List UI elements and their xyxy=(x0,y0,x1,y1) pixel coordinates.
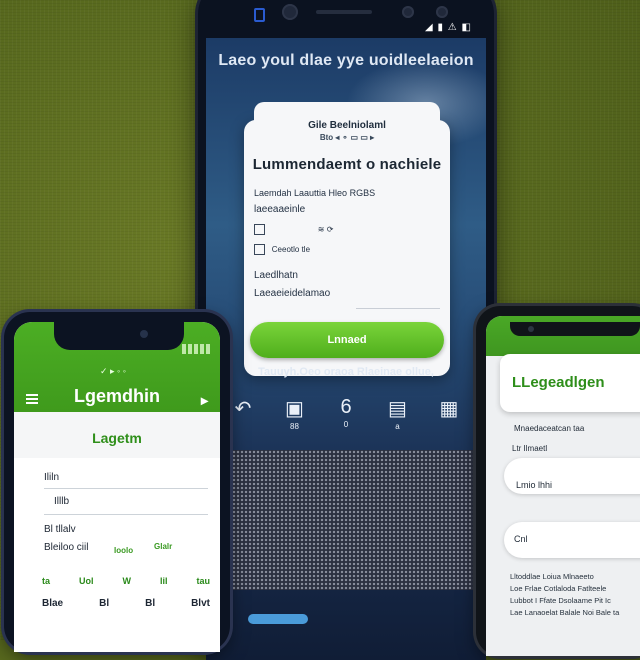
flash-sensor-icon xyxy=(436,6,448,18)
status-indicator-icon xyxy=(182,344,212,354)
right-small-text-4: Lae Lanaoelat Balale Noi Bale ta xyxy=(510,608,620,617)
card-option-row-2[interactable]: Ceeotlo tle xyxy=(254,244,310,255)
left-option-label[interactable]: Bl tllalv xyxy=(44,524,208,535)
divider xyxy=(44,488,208,489)
calendar-icon-label: 88 xyxy=(290,422,299,431)
keyboard-pattern-area xyxy=(228,450,480,590)
card-field-value[interactable]: laeeaaeinle xyxy=(254,204,305,215)
left-tab[interactable]: tau xyxy=(196,576,210,586)
status-bar: ◢ ▮ ⚠ ◧ xyxy=(425,22,472,33)
right-text-line-2: Ltr Ilmaetl xyxy=(512,444,548,453)
right-app-title: LLegeadlgen xyxy=(512,374,605,391)
left-tab-label-row: Blae Bl Bl Blvt xyxy=(42,598,210,609)
card-title: Lummendaemt o nachiele xyxy=(252,156,442,173)
right-small-text: Lltoddlae Loiua Mlnaeeto xyxy=(510,572,594,581)
left-field-input[interactable]: Illlb xyxy=(54,496,208,507)
refresh-icon[interactable]: ↶ xyxy=(228,396,258,431)
left-login-heading: Lagetm xyxy=(92,430,142,446)
number-icon-glyph: 6 xyxy=(340,396,352,418)
refresh-icon-glyph: ↶ xyxy=(234,398,252,420)
right-camera-icon xyxy=(528,326,534,332)
card-subtab-row[interactable]: Bto ◂ ⚬ ▭ ▭ ▸ xyxy=(254,133,440,142)
left-tab[interactable]: W xyxy=(122,576,131,586)
login-card: Gile Beelniolaml Bto ◂ ⚬ ▭ ▭ ▸ Lummendae… xyxy=(244,102,450,376)
divider xyxy=(356,308,440,309)
document-icon-glyph: ▦ xyxy=(439,398,459,420)
folder-icon-label: a xyxy=(395,422,400,431)
right-pill-label: Lmio lhhi xyxy=(516,480,553,490)
sensor-icon xyxy=(254,8,265,22)
center-icon-row: ↶ ▣ 88 60 ▤ a ▦ xyxy=(228,396,464,431)
secondary-camera-icon xyxy=(402,6,414,18)
card-tab-header: Gile Beelniolaml Bto ◂ ⚬ ▭ ▭ ▸ xyxy=(254,102,440,150)
right-small-text-3: Lubbot I Ffate Dsolaame Pit Ic xyxy=(510,596,611,605)
left-tab[interactable]: lil xyxy=(160,576,168,586)
folder-icon[interactable]: ▤ a xyxy=(383,396,413,431)
right-text-line: Mnaedaceatcan taa xyxy=(514,424,585,433)
page-headline: Laeo youl dlae yye uoidleelaeion xyxy=(218,52,474,69)
checkbox-icon[interactable] xyxy=(254,224,265,235)
front-camera-icon xyxy=(282,4,298,20)
left-tab-label[interactable]: Bl xyxy=(145,598,155,609)
center-phone: ◢ ▮ ⚠ ◧ Laeo youl dlae yye uoidleelaeion… xyxy=(198,0,494,660)
left-tab-label[interactable]: Blae xyxy=(42,598,63,609)
left-phone: ✓ ▸ ◦ ◦ Lgemdhin ▸ Lagetm Ililn Illlb Bl… xyxy=(4,312,230,652)
number-icon-label: 0 xyxy=(343,420,349,429)
left-tag: Ioolo xyxy=(114,546,134,555)
left-app-title: Lgemdhin xyxy=(74,386,160,406)
notch xyxy=(54,322,184,350)
card-option-label: Ceeotlo tle xyxy=(271,245,311,255)
right-header xyxy=(486,316,640,356)
left-tag-2: Glalr xyxy=(154,542,173,551)
left-screen: ✓ ▸ ◦ ◦ Lgemdhin ▸ Lagetm Ililn Illlb Bl… xyxy=(14,322,220,652)
left-tab-label[interactable]: Blvt xyxy=(191,598,210,609)
notch-camera-icon xyxy=(140,330,148,338)
divider xyxy=(44,514,208,515)
card-tab-label: Gile Beelniolaml xyxy=(308,120,386,131)
card-option-decor: ≋ ⟳ xyxy=(317,225,334,235)
card-field-label-2: Laedlhatn xyxy=(254,270,298,281)
left-tab[interactable]: ta xyxy=(42,576,50,586)
left-tab-label[interactable]: Bl xyxy=(99,598,109,609)
left-field-label: Ililn xyxy=(44,472,60,483)
right-pill-label-2: Cnl xyxy=(514,534,528,544)
share-icon[interactable]: ▸ xyxy=(201,392,208,409)
left-header: ✓ ▸ ◦ ◦ Lgemdhin ▸ xyxy=(14,322,220,412)
calendar-icon-glyph: ▣ xyxy=(285,398,304,420)
folder-icon-glyph: ▤ xyxy=(388,398,407,420)
login-button[interactable]: Lnnaed xyxy=(250,322,444,358)
number-icon[interactable]: 60 xyxy=(331,396,361,431)
left-tab-row: ta Uol W lil tau xyxy=(42,576,210,586)
home-indicator[interactable] xyxy=(248,614,308,624)
checkbox-icon[interactable] xyxy=(254,244,265,255)
calendar-icon[interactable]: ▣ 88 xyxy=(280,396,310,431)
subtext: Tauuyh.Oeo oraoa Rlaeinae ollue, xyxy=(258,366,434,378)
speaker-grille xyxy=(316,10,372,14)
right-screen: LLegeadlgen Mnaedaceatcan taa Ltr Ilmaet… xyxy=(486,316,640,656)
card-field-label: Laemdah Laauttia Hleo RGBS xyxy=(254,188,376,198)
left-status-bar: ✓ ▸ ◦ ◦ xyxy=(100,366,126,376)
card-option-row[interactable]: ≋ ⟳ xyxy=(254,224,333,235)
right-small-text-2: Loe Frlae Cotlaloda Fatlteele xyxy=(510,584,607,593)
left-tab[interactable]: Uol xyxy=(79,576,94,586)
right-phone: LLegeadlgen Mnaedaceatcan taa Ltr Ilmaet… xyxy=(476,306,640,656)
document-icon[interactable]: ▦ xyxy=(434,396,464,431)
card-field-input[interactable]: Laeaeieidelamao xyxy=(254,288,330,299)
